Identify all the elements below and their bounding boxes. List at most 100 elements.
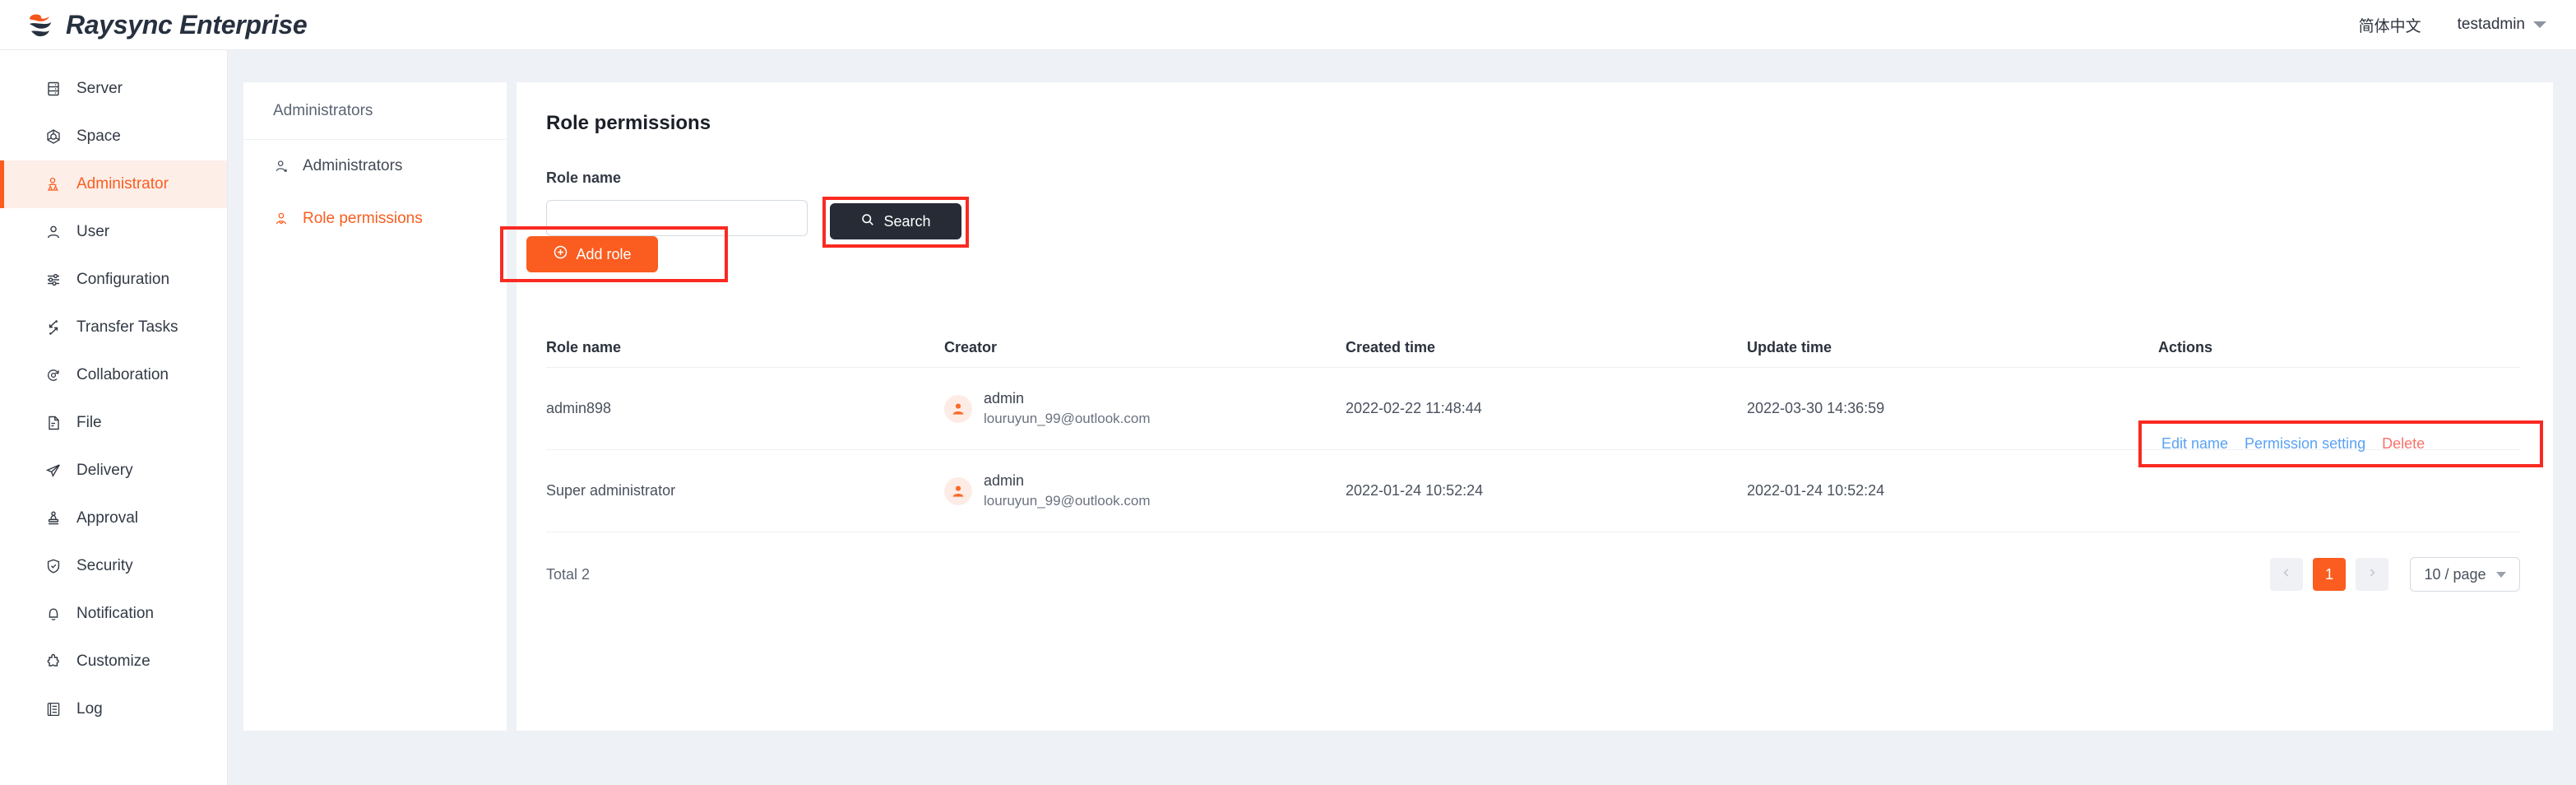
app-header: Raysync Enterprise 简体中文 testadmin (0, 0, 2576, 50)
edit-name-link[interactable]: Edit name (2161, 435, 2228, 453)
sidebar-item-administrator[interactable]: Administrator (0, 160, 227, 208)
sidebar-item-security[interactable]: Security (0, 542, 227, 590)
user-star-icon (273, 158, 290, 175)
sidebar-item-space[interactable]: Space (0, 113, 227, 160)
file-icon (44, 414, 63, 432)
sidebar-item-label: Approval (76, 509, 138, 527)
user-avatar-icon (944, 394, 972, 423)
secondary-nav-panel: Administrators Administrators Role permi… (243, 82, 507, 731)
search-button[interactable]: Search (830, 203, 961, 239)
sidebar-item-label: User (76, 223, 110, 240)
administrator-icon (44, 175, 63, 193)
header-right: 简体中文 testadmin (2359, 14, 2546, 36)
role-name-label: Role name (546, 170, 622, 186)
sidebar-item-label: File (76, 414, 102, 431)
page-size-label: 10 / page (2424, 565, 2486, 583)
prev-page-button[interactable] (2270, 558, 2303, 591)
user-menu[interactable]: testadmin (2458, 16, 2546, 34)
cell-update-time: 2022-01-24 10:52:24 (1747, 482, 1885, 499)
add-role-button[interactable]: Add role (526, 236, 658, 272)
table-header-row: Role name Creator Created time Update ti… (546, 328, 2520, 368)
page-size-select[interactable]: 10 / page (2410, 557, 2520, 592)
page-title: Role permissions (546, 112, 711, 134)
bell-icon (44, 605, 63, 623)
sidebar-item-notification[interactable]: Notification (0, 590, 227, 638)
sidebar-item-label: Administrators (303, 157, 403, 174)
sidebar-item-label: Configuration (76, 271, 170, 288)
sidebar-item-customize[interactable]: Customize (0, 638, 227, 685)
column-header-creator: Creator (944, 339, 998, 355)
sidebar-item-label: Transfer Tasks (76, 318, 178, 336)
language-switch[interactable]: 简体中文 (2359, 14, 2421, 36)
secondary-nav-title: Administrators (243, 82, 507, 140)
sidebar-item-role-permissions[interactable]: Role permissions (243, 193, 507, 245)
column-header-actions: Actions (2158, 339, 2213, 355)
search-button-label: Search (883, 212, 931, 230)
chevron-down-icon (2495, 571, 2506, 578)
sidebar-item-file[interactable]: File (0, 399, 227, 447)
collaboration-icon (44, 366, 63, 384)
column-header-role-name: Role name (546, 339, 622, 355)
creator-email: louruyun_99@outlook.com (984, 493, 1151, 509)
sidebar-item-label: Role permissions (303, 210, 423, 227)
raysync-logo-icon (25, 8, 58, 41)
sidebar-item-label: Space (76, 128, 121, 145)
chevron-left-icon (2281, 567, 2292, 583)
creator-name: admin (984, 472, 1025, 489)
creator-name: admin (984, 390, 1025, 406)
cell-creator: admin louruyun_99@outlook.com (944, 390, 1346, 427)
sliders-icon (44, 271, 63, 289)
chevron-right-icon (2366, 567, 2378, 583)
sidebar-item-log[interactable]: Log (0, 685, 227, 733)
sidebar-item-configuration[interactable]: Configuration (0, 256, 227, 304)
sidebar-item-label: Collaboration (76, 366, 169, 383)
sidebar-item-user[interactable]: User (0, 208, 227, 256)
search-row: Search (546, 197, 2520, 248)
column-header-created-time: Created time (1346, 339, 1436, 355)
cell-creator: admin louruyun_99@outlook.com (944, 472, 1346, 509)
sidebar-item-approval[interactable]: Approval (0, 495, 227, 542)
column-header-update-time: Update time (1747, 339, 1832, 355)
cell-role-name: Super administrator (546, 482, 676, 499)
page-1-button[interactable]: 1 (2313, 558, 2346, 591)
brand: Raysync Enterprise (25, 8, 308, 41)
user-avatar-icon (944, 476, 972, 505)
add-role-annotation: Add role (500, 226, 728, 282)
shield-check-icon (44, 557, 63, 575)
plus-circle-icon (553, 244, 568, 264)
pagination: 1 10 / page (2270, 557, 2520, 592)
delete-link[interactable]: Delete (2382, 435, 2425, 453)
chevron-down-icon (2533, 21, 2546, 28)
transfer-icon (44, 318, 63, 337)
sidebar-item-label: Log (76, 700, 103, 718)
sidebar-item-label: Notification (76, 605, 154, 622)
sidebar-item-label: Customize (76, 653, 151, 670)
table-row: admin898 admin louruyun_99@outlook.com 2… (546, 368, 2544, 467)
sidebar-item-transfer-tasks[interactable]: Transfer Tasks (0, 304, 227, 351)
cell-update-time: 2022-03-30 14:36:59 (1747, 400, 1885, 416)
add-role-button-label: Add role (576, 245, 632, 262)
cell-created-time: 2022-01-24 10:52:24 (1346, 482, 1484, 499)
cell-role-name: admin898 (546, 400, 612, 416)
sidebar-item-label: Server (76, 80, 123, 97)
user-check-icon (273, 211, 290, 228)
stamp-icon (44, 509, 63, 527)
sidebar-item-label: Delivery (76, 462, 133, 479)
search-button-annotation: Search (822, 197, 969, 248)
content-panel: Role permissions Role name Search Add ro… (500, 82, 2553, 731)
puzzle-icon (44, 653, 63, 671)
sidebar-item-administrators[interactable]: Administrators (243, 140, 507, 193)
search-icon (860, 212, 875, 231)
send-icon (44, 462, 63, 480)
creator-email: louruyun_99@outlook.com (984, 411, 1151, 426)
permission-setting-link[interactable]: Permission setting (2245, 435, 2365, 453)
roles-table: Role name Creator Created time Update ti… (546, 328, 2544, 532)
log-icon (44, 700, 63, 718)
primary-sidebar: Server Space Administrator User Configur… (0, 50, 228, 785)
sidebar-item-server[interactable]: Server (0, 65, 227, 113)
next-page-button[interactable] (2356, 558, 2388, 591)
sidebar-item-delivery[interactable]: Delivery (0, 447, 227, 495)
total-count: Total 2 (546, 565, 591, 583)
sidebar-item-collaboration[interactable]: Collaboration (0, 351, 227, 399)
space-icon (44, 128, 63, 146)
